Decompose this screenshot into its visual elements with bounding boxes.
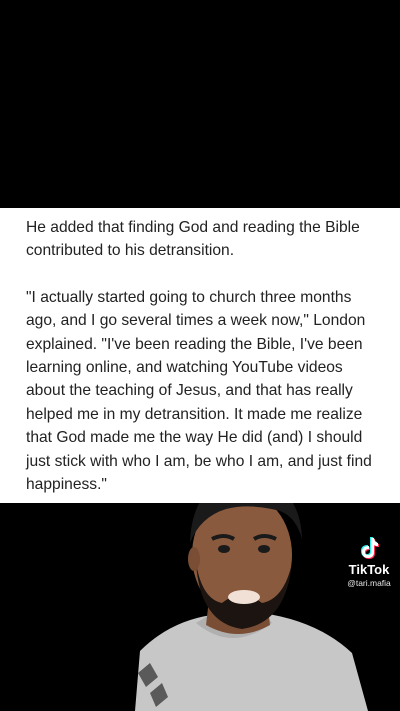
tiktok-handle: @tari.mafia bbox=[347, 578, 391, 588]
video-feed[interactable] bbox=[0, 503, 400, 711]
article-screenshot-card: He added that finding God and reading th… bbox=[0, 208, 400, 503]
tiktok-logo-icon bbox=[361, 537, 379, 559]
tiktok-watermark: TikTok @tari.mafia bbox=[338, 536, 400, 589]
article-paragraph-2: "I actually started going to church thre… bbox=[26, 288, 372, 494]
tiktok-app-name: TikTok bbox=[348, 562, 390, 577]
article-paragraph-1: He added that finding God and reading th… bbox=[26, 219, 360, 260]
top-black-area bbox=[0, 0, 400, 208]
person-video-figure bbox=[135, 503, 368, 711]
